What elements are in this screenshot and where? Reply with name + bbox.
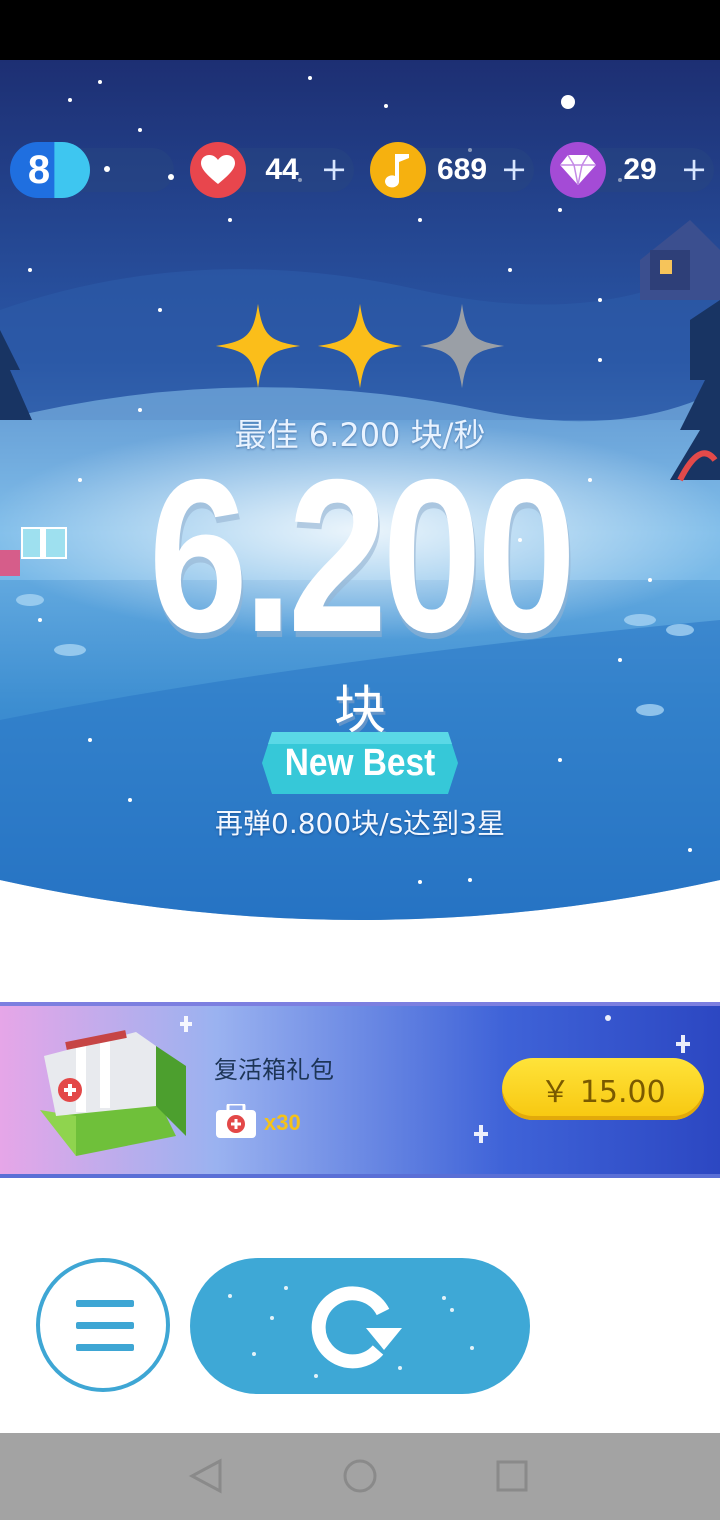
circle-home-icon[interactable] [320,1433,400,1520]
system-navigation-bar [0,1433,720,1520]
notes-value: 689 [436,153,488,186]
level-value: 8 [27,148,51,192]
new-best-label: New Best [284,742,436,784]
star-3 [419,303,505,389]
triangle-back-icon[interactable] [166,1433,246,1520]
star-1 [215,303,301,389]
first-aid-kit-icon [216,1104,256,1138]
top-resource-bar: 8 44 + 689 + 29 + [0,142,720,198]
diamond-icon [550,142,606,198]
lives-value: 44 [265,153,299,186]
buy-price-button[interactable]: ￥ 15.00 [502,1058,704,1120]
heart-icon [190,142,246,198]
three-star-hint: 再弹0.800块/s达到3星 [215,807,505,840]
star-rating [0,290,720,400]
add-diamonds-button[interactable]: + [676,148,712,192]
menu-button[interactable] [36,1258,170,1392]
square-recent-icon[interactable] [472,1433,552,1520]
offer-quantity: x30 [264,1110,301,1135]
score-value: 6.200 [148,435,577,678]
star-2 [317,303,403,389]
add-lives-button[interactable]: + [316,148,352,192]
add-notes-button[interactable]: + [496,148,532,192]
revive-chest-icon [40,1030,186,1156]
offer-title: 复活箱礼包 [214,1056,334,1084]
replay-button[interactable] [190,1258,530,1394]
replay-icon [228,1286,474,1378]
diamonds-value: 29 [623,153,657,186]
status-bar [0,0,720,60]
music-note-icon [370,142,426,198]
